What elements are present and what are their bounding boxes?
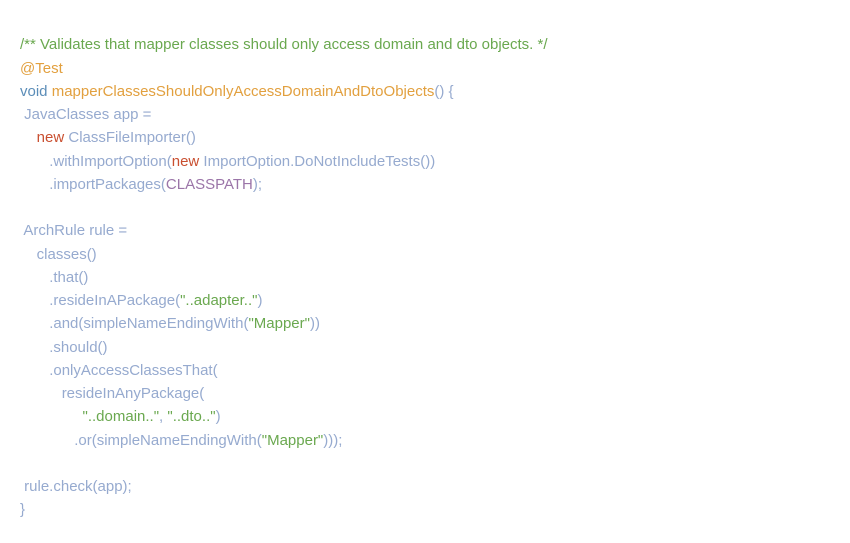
keyword-new: new bbox=[37, 129, 65, 146]
call-resideinpackage: .resideInAPackage( bbox=[49, 292, 180, 309]
call-rule-check: rule.check(app); bbox=[24, 478, 132, 495]
type-archrule: ArchRule bbox=[23, 222, 85, 239]
string-domain: "..domain.." bbox=[83, 408, 160, 425]
call-onlyaccess: .onlyAccessClassesThat( bbox=[49, 362, 217, 379]
constant-classpath: CLASSPATH bbox=[166, 176, 253, 193]
code-block: /** Validates that mapper classes should… bbox=[20, 10, 830, 522]
type-importoption: ImportOption.DoNotIncludeTests()) bbox=[199, 153, 435, 170]
closing-brace: } bbox=[20, 501, 25, 518]
doc-comment: /** Validates that mapper classes should… bbox=[20, 36, 548, 53]
annotation-test: @Test bbox=[20, 60, 63, 77]
close-paren: ) bbox=[257, 292, 262, 309]
close-paren-semi: ); bbox=[253, 176, 262, 193]
var-app: app bbox=[113, 106, 138, 123]
call-importpackages: .importPackages( bbox=[49, 176, 166, 193]
call-or-simplename: .or(simpleNameEndingWith( bbox=[74, 432, 262, 449]
call-resideinanypackage: resideInAnyPackage( bbox=[62, 385, 205, 402]
call-withimportoption: .withImportOption( bbox=[49, 153, 172, 170]
type-javaclasses: JavaClasses bbox=[24, 106, 109, 123]
keyword-new: new bbox=[172, 153, 200, 170]
call-classes: classes() bbox=[37, 246, 97, 263]
parens: () bbox=[186, 129, 196, 146]
call-that: .that() bbox=[49, 269, 88, 286]
close-paren: ) bbox=[216, 408, 221, 425]
string-mapper-2: "Mapper" bbox=[262, 432, 324, 449]
close-parens-semi: ))); bbox=[323, 432, 342, 449]
string-mapper: "Mapper" bbox=[248, 315, 310, 332]
var-rule: rule = bbox=[85, 222, 127, 239]
method-name: mapperClassesShouldOnlyAccessDomainAndDt… bbox=[52, 83, 435, 100]
call-should: .should() bbox=[49, 339, 107, 356]
equals: = bbox=[138, 106, 151, 123]
type-classfileimporter: ClassFileImporter bbox=[68, 129, 186, 146]
keyword-void: void bbox=[20, 83, 48, 100]
string-adapter: "..adapter.." bbox=[180, 292, 257, 309]
method-signature-tail: () { bbox=[434, 83, 453, 100]
call-and-simplename: .and(simpleNameEndingWith( bbox=[49, 315, 248, 332]
string-dto: "..dto.." bbox=[167, 408, 215, 425]
close-parens: )) bbox=[310, 315, 320, 332]
